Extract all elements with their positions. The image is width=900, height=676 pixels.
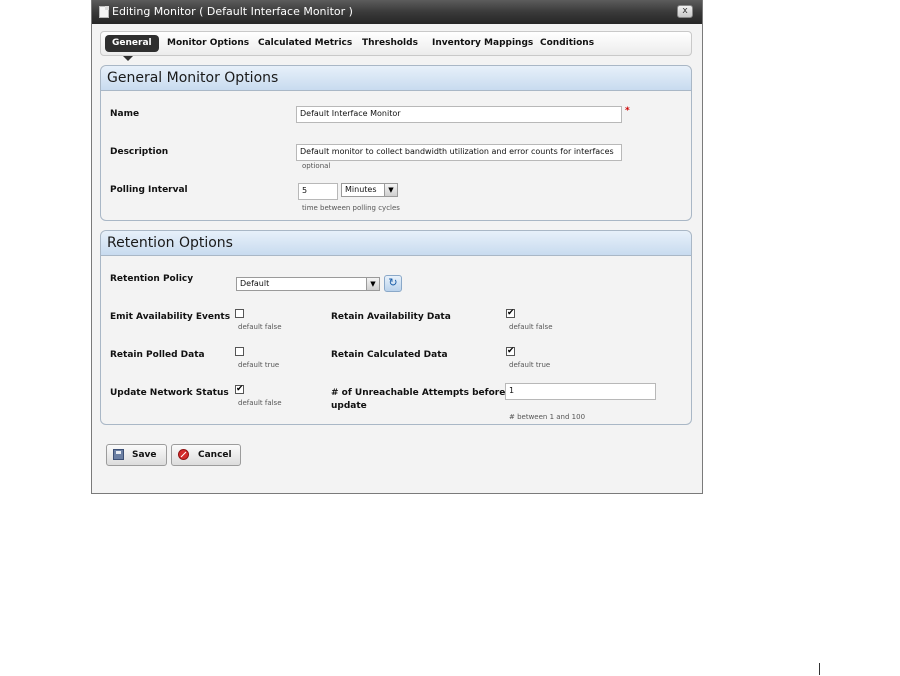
retention-policy-value: Default: [240, 279, 270, 288]
cancel-button-label: Cancel: [198, 450, 232, 460]
tab-calculated-metrics[interactable]: Calculated Metrics: [258, 32, 352, 55]
save-button-label: Save: [132, 450, 157, 460]
tab-monitor-options[interactable]: Monitor Options: [167, 32, 249, 55]
dialog-titlebar: Editing Monitor ( Default Interface Moni…: [92, 0, 702, 24]
tab-inventory-mappings[interactable]: Inventory Mappings: [432, 32, 533, 55]
polling-interval-label: Polling Interval: [110, 185, 188, 195]
name-input[interactable]: Default Interface Monitor: [296, 106, 622, 123]
retain-availability-label: Retain Availability Data: [331, 312, 451, 322]
retain-availability-checkbox[interactable]: ✔: [506, 309, 515, 318]
unreachable-attempts-label-2: update: [331, 401, 367, 411]
save-icon: [113, 449, 124, 460]
emit-availability-hint: default false: [238, 323, 282, 331]
unreachable-attempts-input[interactable]: 1: [505, 383, 656, 400]
editing-monitor-dialog: Editing Monitor ( Default Interface Moni…: [91, 0, 703, 494]
general-options-header: General Monitor Options: [101, 66, 691, 91]
update-network-status-label: Update Network Status: [110, 388, 229, 398]
tab-thresholds[interactable]: Thresholds: [362, 32, 418, 55]
emit-availability-checkbox[interactable]: [235, 309, 244, 318]
cancel-icon: [178, 449, 189, 460]
name-label: Name: [110, 109, 140, 119]
emit-availability-label: Emit Availability Events: [110, 312, 231, 322]
tab-general[interactable]: General: [105, 35, 159, 52]
description-label: Description: [110, 147, 169, 157]
polling-interval-input[interactable]: 5: [298, 183, 338, 200]
close-icon[interactable]: x: [677, 5, 693, 18]
polling-unit-select[interactable]: Minutes ▼: [341, 183, 398, 197]
retain-availability-hint: default false: [509, 323, 553, 331]
chevron-down-icon: ▼: [366, 278, 379, 290]
retain-polled-label: Retain Polled Data: [110, 350, 205, 360]
retain-calculated-hint: default true: [509, 361, 551, 369]
retain-polled-hint: default true: [238, 361, 280, 369]
chevron-down-icon: ▼: [384, 184, 397, 196]
active-tab-pointer: [123, 56, 133, 61]
required-indicator: *: [625, 106, 630, 116]
retention-policy-label: Retention Policy: [110, 274, 194, 284]
unreachable-attempts-label: # of Unreachable Attempts before: [331, 388, 506, 398]
retention-policy-select[interactable]: Default ▼: [236, 277, 380, 291]
document-icon: [99, 6, 109, 18]
retain-calculated-label: Retain Calculated Data: [331, 350, 448, 360]
update-network-status-hint: default false: [238, 399, 282, 407]
update-network-status-checkbox[interactable]: ✔: [235, 385, 244, 394]
dialog-title: Editing Monitor ( Default Interface Moni…: [112, 5, 353, 18]
polling-interval-hint: time between polling cycles: [302, 204, 400, 212]
retention-options-header: Retention Options: [101, 231, 691, 256]
cancel-button[interactable]: Cancel: [171, 444, 241, 466]
unreachable-attempts-hint: # between 1 and 100: [509, 413, 586, 421]
description-input[interactable]: Default monitor to collect bandwidth uti…: [296, 144, 622, 161]
description-hint: optional: [302, 162, 331, 170]
polling-unit-value: Minutes: [345, 185, 377, 194]
general-options-panel: General Monitor Options Name Default Int…: [100, 65, 692, 221]
tab-conditions[interactable]: Conditions: [540, 32, 594, 55]
retention-options-panel: Retention Options Retention Policy Defau…: [100, 230, 692, 425]
retain-calculated-checkbox[interactable]: ✔: [506, 347, 515, 356]
retain-polled-checkbox[interactable]: [235, 347, 244, 356]
page-margin-mark: [819, 663, 820, 675]
save-button[interactable]: Save: [106, 444, 167, 466]
refresh-icon[interactable]: ↻: [384, 275, 402, 292]
tab-bar: General Monitor Options Calculated Metri…: [100, 31, 692, 56]
